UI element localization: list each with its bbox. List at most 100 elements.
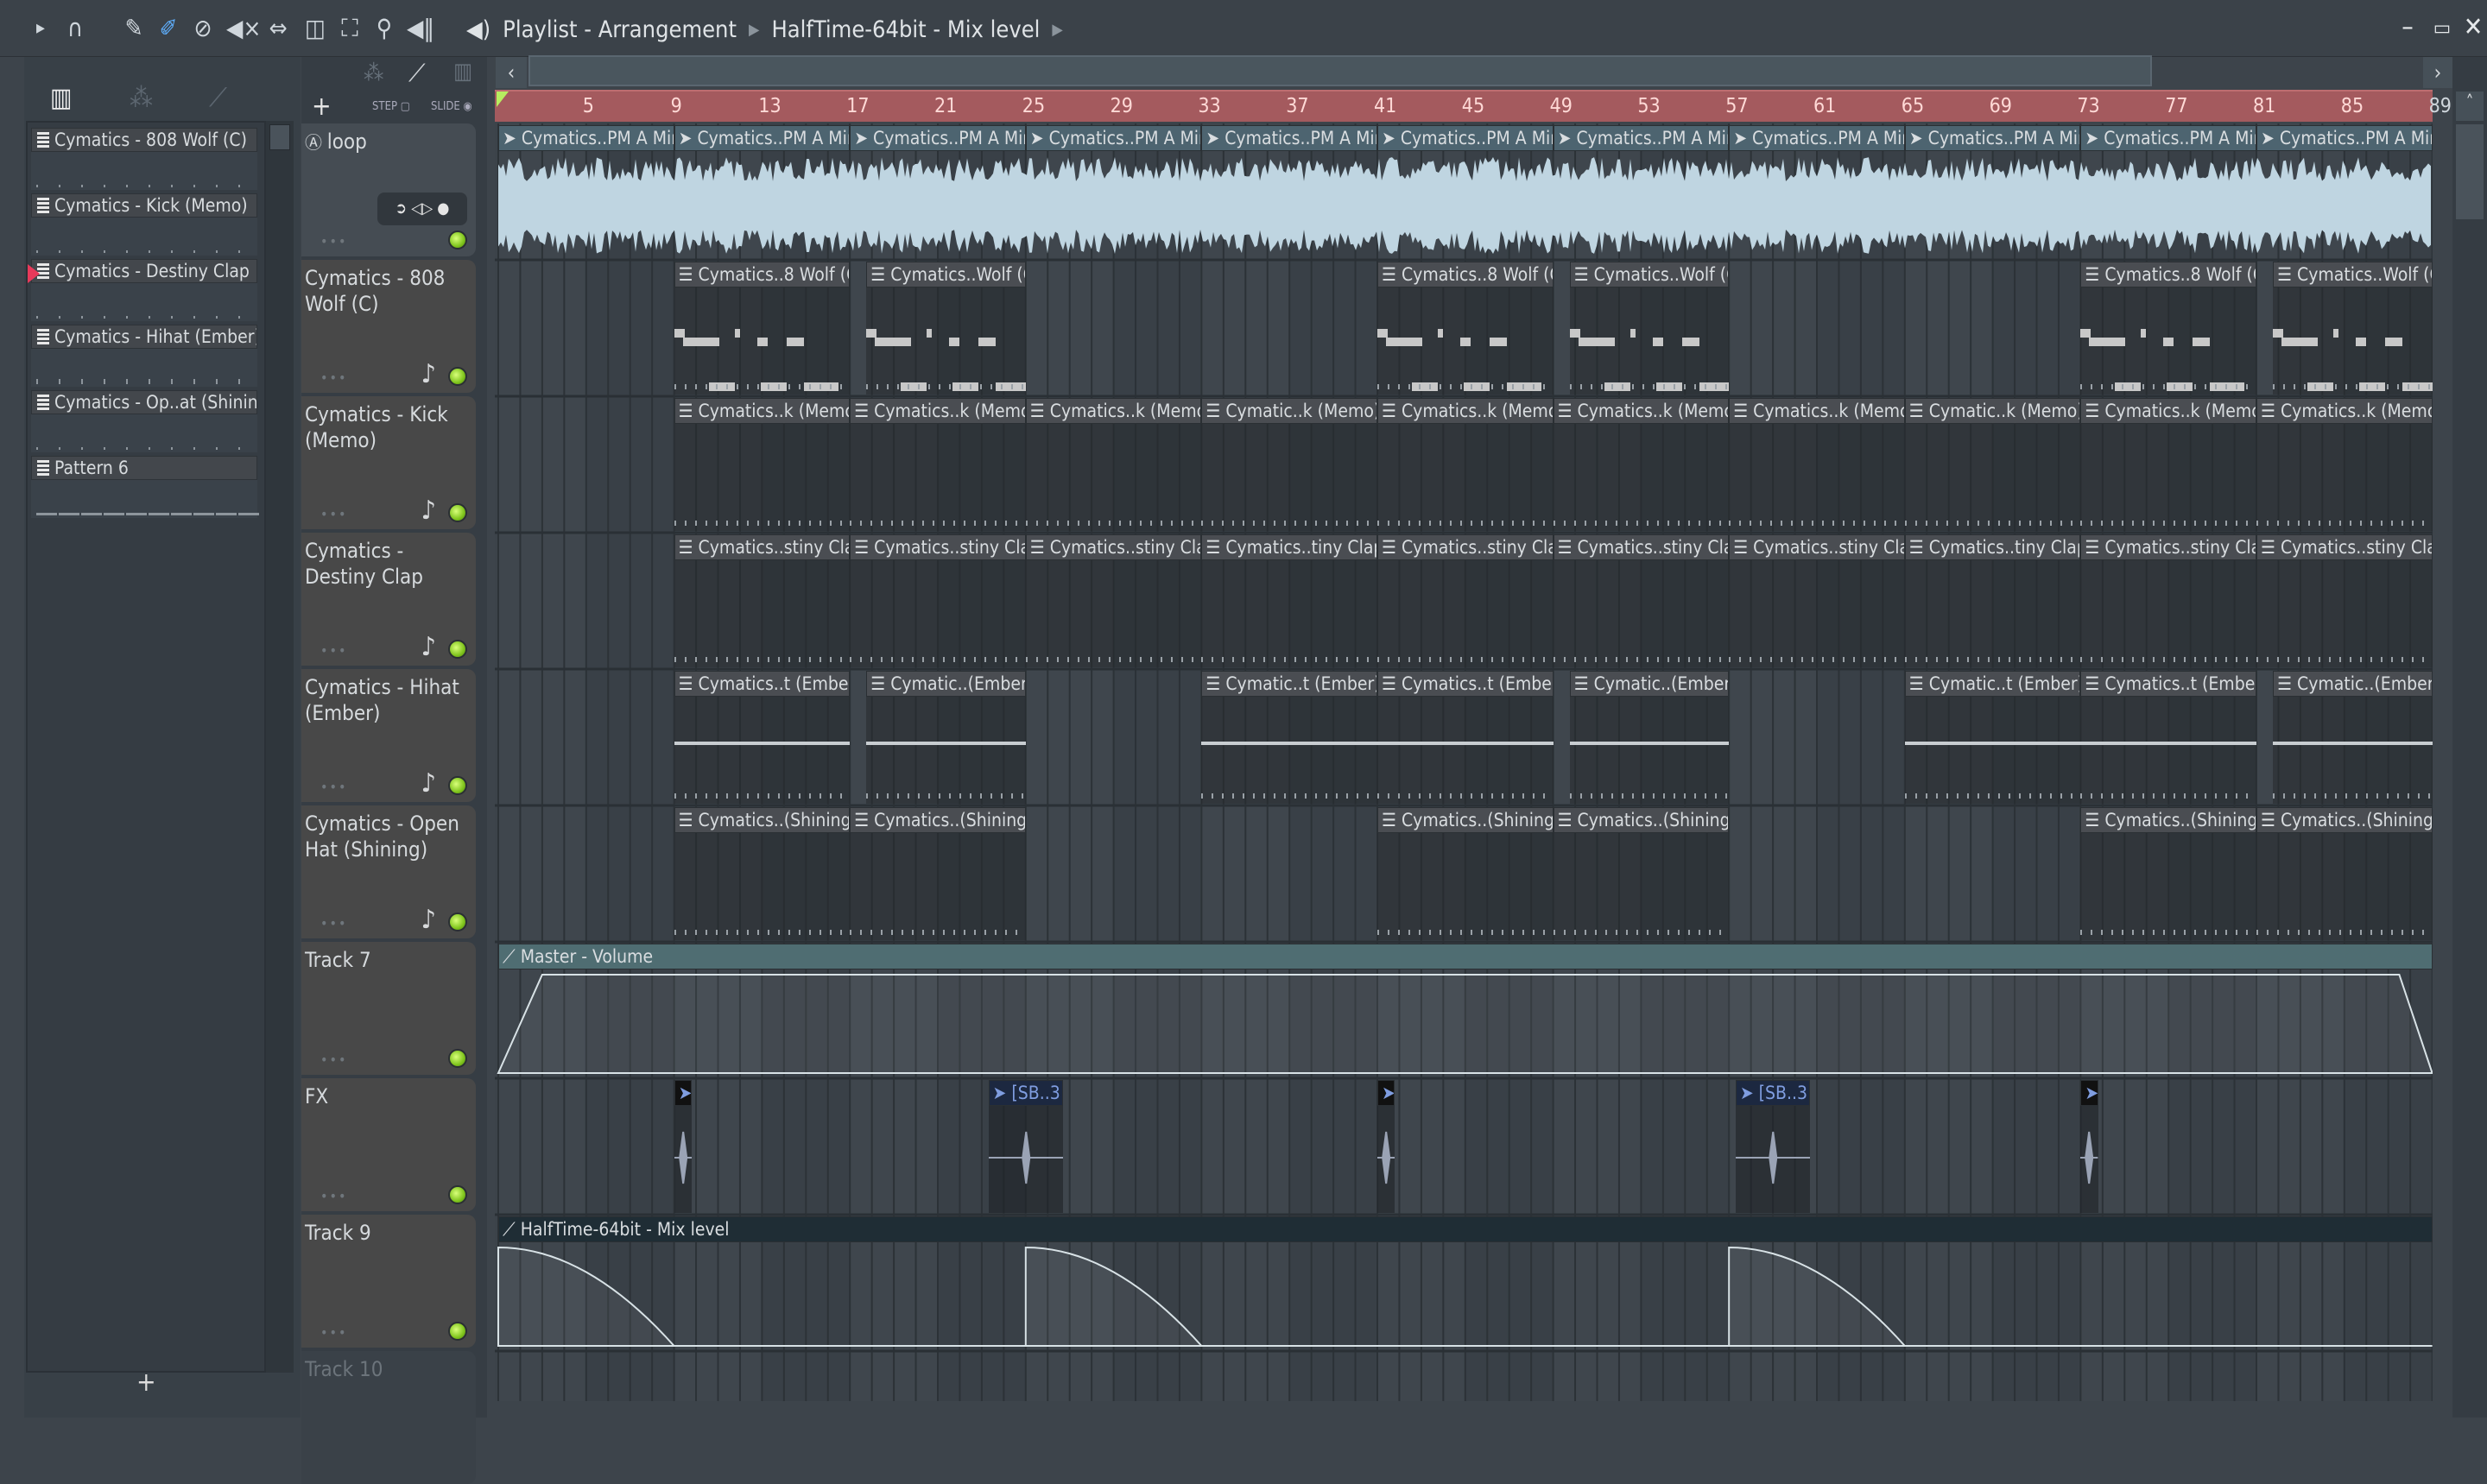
fx-clip[interactable]: ➤ [SB..3 [989, 1080, 1064, 1213]
pattern-clip[interactable]: ☰ Cymatic..k (Memo) [1905, 398, 2081, 531]
pattern-clip[interactable]: ☰ Cymatics..stiny Clap [1554, 534, 1730, 667]
scrollbar-thumb[interactable] [2456, 124, 2484, 219]
clip-header[interactable]: ➤ Cymatics..PM A Min [2256, 125, 2433, 151]
pattern-clip[interactable]: ☰ Cymatic..(Ember) [866, 671, 1026, 804]
clip-header[interactable]: ☰ Cymatics..k (Memo) [674, 398, 851, 424]
pattern-clip[interactable]: ☰ Cymatics..stiny Clap [1729, 534, 1905, 667]
clip-header[interactable]: ☰ Cymatics..k (Memo) [850, 398, 1026, 424]
fx-clip[interactable]: ➤ [674, 1080, 692, 1213]
clip-header[interactable]: ☰ Cymatics..tiny Clap [1201, 534, 1377, 560]
pattern-clip[interactable]: ☰ Cymatics..k (Memo) [850, 398, 1026, 531]
clip-header[interactable]: ☰ Cymatics..Wolf (C) [1570, 262, 1730, 287]
playback-icon[interactable]: ◀‖ [406, 14, 435, 43]
clip-header[interactable]: ☰ Cymatics..(Shining) [1377, 807, 1554, 833]
breadcrumb-playlist[interactable]: Playlist - Arrangement [503, 16, 737, 43]
track-header[interactable]: Cymatics - Open Hat (Shining)•••♪ [301, 805, 476, 938]
play-arrow-icon[interactable]: ▸ [26, 14, 55, 43]
pattern-item[interactable]: Cymatics - 808 Wolf (C) [31, 128, 257, 192]
track-header[interactable]: Cymatics - Hihat (Ember)•••♪ [301, 669, 476, 802]
automation-icon[interactable]: ⟋ [209, 83, 227, 113]
pattern-item[interactable]: Cymatics - Kick (Memo) [31, 193, 257, 257]
clip-header[interactable]: ☰ Cymatic..(Ember) [866, 671, 1026, 697]
audio-clip[interactable]: ➤ Cymatics..PM A Min [1026, 125, 1202, 258]
scrollbar-thumb[interactable] [269, 124, 290, 150]
track-grip-icon[interactable]: ••• [320, 229, 347, 255]
clip-header[interactable]: ➤ Cymatics..PM A Min [1905, 125, 2081, 151]
pattern-item[interactable]: Pattern 6 [31, 456, 257, 520]
pattern-clip[interactable]: ☰ Cymatics..t (Ember) [674, 671, 851, 804]
pattern-clip[interactable]: ☰ Cymatics..Wolf (C) [1570, 262, 1730, 395]
automation-clip[interactable]: ⟋ HalfTime-64bit - Mix level [498, 1216, 2433, 1349]
track-enable-led[interactable] [448, 503, 467, 522]
pattern-item[interactable]: Cymatics - Hihat (Ember) [31, 325, 257, 388]
clip-header[interactable]: ☰ Cymatics..k (Memo) [1026, 398, 1202, 424]
pattern-clip[interactable]: ☰ Cymatics..stiny Clap [2256, 534, 2433, 667]
delete-icon[interactable]: ⊘ [188, 14, 218, 43]
audio-clip[interactable]: ➤ Cymatics..PM A Min [2256, 125, 2433, 258]
audio-clip[interactable]: ➤ Cymatics..PM A Min [2080, 125, 2256, 258]
playlist-overview-scrollbar[interactable] [528, 55, 2152, 86]
audio-clip[interactable]: ➤ Cymatics..PM A Min [498, 125, 674, 258]
playlist-grid[interactable]: ➤ Cymatics..PM A Min➤ Cymatics..PM A Min… [495, 123, 2433, 1401]
clip-header[interactable]: ☰ Cymatics..t (Ember) [1377, 671, 1554, 697]
pattern-clip[interactable]: ☰ Cymatics..Wolf (C) [2273, 262, 2433, 395]
clip-header[interactable]: ☰ Cymatics..k (Memo) [1554, 398, 1730, 424]
pattern-clip[interactable]: ☰ Cymatics..tiny Clap [1201, 534, 1377, 667]
clip-header[interactable]: ☰ Cymatics..k (Memo) [2256, 398, 2433, 424]
maximize-button[interactable]: ▭ [2427, 12, 2458, 43]
pattern-clip[interactable]: ☰ Cymatics..(Shining) [1554, 807, 1730, 940]
track-enable-led[interactable] [448, 367, 467, 386]
zoom-icon[interactable]: ⚲ [370, 14, 399, 43]
automation-clip[interactable]: ⟋ Master - Volume [498, 944, 2433, 1077]
fx-clip[interactable]: ➤ [SB..3 [1736, 1080, 1811, 1213]
track-grip-icon[interactable]: ••• [320, 1320, 347, 1346]
pattern-clip[interactable]: ☰ Cymatics..8 Wolf (C) [1377, 262, 1554, 395]
track-grip-icon[interactable]: ••• [320, 638, 347, 664]
scroll-left-button[interactable]: ‹ [496, 57, 527, 88]
pattern-clip[interactable]: ☰ Cymatics..(Shining) [674, 807, 851, 940]
clip-header[interactable]: ➤ [SB..3 [989, 1080, 1064, 1106]
clip-header[interactable]: ☰ Cymatics..8 Wolf (C) [2080, 262, 2256, 287]
clip-header[interactable]: ☰ Cymatics..stiny Clap [1377, 534, 1554, 560]
timeline-ruler[interactable]: 5913172125293337414549535761656973778185… [495, 90, 2433, 122]
pattern-clip[interactable]: ☰ Cymatics..Wolf (C) [866, 262, 1026, 395]
pattern-clip[interactable]: ☰ Cymatics..k (Memo) [1729, 398, 1905, 531]
minimize-button[interactable]: – [2392, 12, 2423, 43]
clip-header[interactable]: ☰ Cymatics..stiny Clap [1026, 534, 1202, 560]
select-icon[interactable]: ⛶ [335, 14, 364, 43]
audio-clip[interactable]: ➤ Cymatics..PM A Min [1377, 125, 1554, 258]
clip-header[interactable]: ➤ [674, 1080, 692, 1106]
track-header[interactable]: Track 9••• [301, 1215, 476, 1348]
breadcrumb-target[interactable]: HalfTime-64bit - Mix level [771, 16, 1040, 43]
track-enable-led[interactable] [448, 1049, 467, 1068]
vertical-scrollbar[interactable]: ˄ [2452, 57, 2487, 1418]
pattern-clip[interactable]: ☰ Cymatics..k (Memo) [2080, 398, 2256, 531]
pattern-clip[interactable]: ☰ Cymatics..k (Memo) [1026, 398, 1202, 531]
pattern-list-scrollbar[interactable] [266, 121, 294, 1373]
piano-icon[interactable]: ▥ [453, 59, 472, 85]
pattern-clip[interactable]: ☰ Cymatics..(Shining) [850, 807, 1026, 940]
clip-header[interactable]: ⟋ HalfTime-64bit - Mix level [498, 1216, 2433, 1242]
pattern-clip[interactable]: ☰ Cymatics..stiny Clap [850, 534, 1026, 667]
pattern-clip[interactable]: ☰ Cymatics..(Shining) [1377, 807, 1554, 940]
clip-header[interactable]: ☰ Cymatics..Wolf (C) [866, 262, 1026, 287]
track-header[interactable]: Track 10 [301, 1351, 476, 1484]
clip-header[interactable]: ➤ Cymatics..PM A Min [2080, 125, 2256, 151]
slip-icon[interactable]: ⇔ [263, 14, 293, 43]
clip-header[interactable]: ☰ Cymatics..Wolf (C) [2273, 262, 2433, 287]
clip-header[interactable]: ➤ Cymatics..PM A Min [1201, 125, 1377, 151]
pattern-item[interactable]: Cymatics - Destiny Clap [31, 259, 257, 323]
clip-header[interactable]: ☰ Cymatics..stiny Clap [674, 534, 851, 560]
clip-header[interactable]: ➤ [1377, 1080, 1395, 1106]
clip-header[interactable]: ☰ Cymatics..tiny Clap [1905, 534, 2081, 560]
clip-header[interactable]: ☰ Cymatics..stiny Clap [850, 534, 1026, 560]
clip-header[interactable]: ➤ [SB..3 [1736, 1080, 1811, 1106]
clip-header[interactable]: ☰ Cymatics..8 Wolf (C) [674, 262, 851, 287]
close-button[interactable]: ✕ [2458, 12, 2487, 43]
clip-header[interactable]: ☰ Cymatics..t (Ember) [2080, 671, 2256, 697]
clip-header[interactable]: ☰ Cymatics..stiny Clap [1729, 534, 1905, 560]
automation-icon[interactable]: ⟋ [408, 59, 426, 88]
pattern-clip[interactable]: ☰ Cymatics..t (Ember) [1377, 671, 1554, 804]
track-grip-icon[interactable]: ••• [320, 911, 347, 937]
pattern-clip[interactable]: ☰ Cymatics..tiny Clap [1905, 534, 2081, 667]
